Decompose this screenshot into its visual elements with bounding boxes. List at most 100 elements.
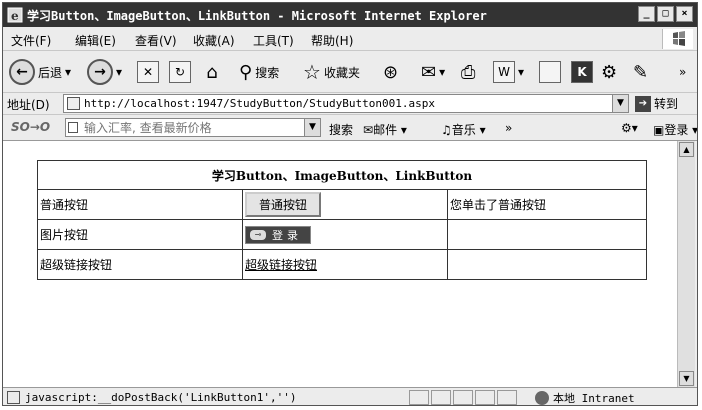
table-row: 图片按钮 ⊸ 登录 (37, 219, 647, 250)
key-icon: ⊸ (250, 229, 266, 240)
search-toolbar: SO→O ▼ 搜索 ✉邮件 ▾ ♫音乐 ▾ » ⚙▾ ▣登录 ▾ (3, 115, 697, 141)
address-bar: 地址(D) http://localhost:1947/StudyButton/… (3, 93, 697, 115)
refresh-icon: ↻ (169, 61, 191, 83)
go-label: 转到 (654, 97, 679, 111)
maximize-button[interactable]: □ (657, 6, 674, 22)
status-panes (409, 390, 517, 405)
stop-icon: ✕ (137, 61, 159, 83)
menu-favorites[interactable]: 收藏(A) (193, 32, 235, 49)
go-arrow-icon: ➔ (635, 95, 651, 112)
chevron-down-icon: ▾ (65, 65, 72, 79)
print-button[interactable]: ⎙ (461, 57, 475, 87)
chevron-down-icon: ▾ (518, 65, 525, 79)
mail-link[interactable]: ✉邮件 ▾ (363, 121, 407, 138)
button-demo-table: 学习Button、ImageButton、LinkButton 普通按钮 普通按… (37, 160, 647, 280)
chevron-down-icon: ▾ (116, 65, 123, 79)
more-link[interactable]: » (505, 121, 512, 135)
star-icon: ☆ (303, 60, 321, 84)
hyperlink-button[interactable]: 超级链接按钮 (245, 258, 317, 272)
table-row: 超级链接按钮 超级链接按钮 (37, 249, 647, 280)
chevron-down-icon: ▾ (439, 65, 446, 79)
standard-toolbar: ← 后退 ▾ → ▾ ✕ ↻ ⌂ ⚲ 搜索 ☆ 收藏夹 ⊛ ✉ ▾ ⎙ W ▾ K … (3, 51, 697, 93)
row-result-cell (447, 219, 647, 250)
menu-view[interactable]: 查看(V) (135, 32, 177, 49)
menu-bar: 文件(F) 编辑(E) 查看(V) 收藏(A) 工具(T) 帮助(H) (3, 27, 697, 51)
status-text: javascript:__doPostBack('LinkButton1',''… (25, 391, 297, 404)
page-content: 学习Button、ImageButton、LinkButton 普通按钮 普通按… (3, 141, 677, 387)
forward-button[interactable]: → ▾ (87, 57, 122, 87)
research-icon: ⚙ (601, 61, 618, 83)
discuss-icon (539, 61, 561, 83)
edit-button[interactable]: W ▾ (493, 57, 524, 87)
security-zone: 本地 Intranet (535, 390, 635, 405)
ie-window: e 学习Button、ImageButton、LinkButton - Micr… (2, 2, 698, 406)
image-button-label: 登录 (272, 228, 302, 242)
click-result-text: 您单击了普通按钮 (447, 189, 647, 220)
refresh-button[interactable]: ↻ (169, 57, 191, 87)
menu-file[interactable]: 文件(F) (11, 32, 51, 49)
scroll-down-icon[interactable]: ▼ (679, 371, 694, 386)
mail-icon: ✉ (421, 61, 437, 83)
home-button[interactable]: ⌂ (201, 57, 223, 87)
favorites-label: 收藏夹 (323, 65, 360, 80)
page-status-icon (7, 391, 20, 404)
scroll-up-icon[interactable]: ▲ (679, 142, 694, 157)
k-icon: K (571, 61, 593, 83)
toolbar-more-button[interactable]: » (679, 57, 686, 87)
search-box[interactable]: ▼ (65, 118, 321, 137)
go-button[interactable]: ➔ 转到 (635, 95, 678, 112)
forward-arrow-icon: → (87, 59, 113, 85)
music-link[interactable]: ♫音乐 ▾ (441, 121, 486, 138)
windows-flag-icon (662, 29, 693, 49)
history-button[interactable]: ⊛ (383, 57, 398, 87)
page-icon (67, 97, 80, 110)
back-button[interactable]: ← 后退 ▾ (9, 57, 71, 87)
title-bar: e 学习Button、ImageButton、LinkButton - Micr… (3, 3, 697, 27)
search-icon: ⚲ (239, 61, 253, 83)
back-arrow-icon: ← (9, 59, 35, 85)
row-label: 超级链接按钮 (37, 249, 243, 280)
status-bar: javascript:__doPostBack('LinkButton1',''… (3, 387, 697, 405)
svg-text:e: e (11, 9, 19, 23)
settings-icon[interactable]: ⚙▾ (621, 121, 638, 135)
image-button[interactable]: ⊸ 登录 (245, 225, 311, 244)
zone-label: 本地 Intranet (553, 392, 635, 405)
stop-button[interactable]: ✕ (137, 57, 159, 87)
window-title: 学习Button、ImageButton、LinkButton - Micros… (27, 9, 487, 23)
intranet-icon (535, 391, 549, 405)
list-icon (68, 122, 78, 133)
minimize-button[interactable]: _ (638, 6, 655, 22)
address-input[interactable]: http://localhost:1947/StudyButton/StudyB… (63, 94, 629, 113)
feather-icon: ✎ (633, 61, 649, 83)
mail-button[interactable]: ✉ ▾ (421, 57, 445, 87)
menu-help[interactable]: 帮助(H) (311, 32, 353, 49)
search-label: 搜索 (255, 65, 280, 80)
row-label: 图片按钮 (37, 219, 243, 250)
search-input[interactable] (82, 119, 304, 136)
home-icon: ⌂ (206, 61, 218, 83)
sogou-logo: SO→O (11, 120, 51, 134)
menu-edit[interactable]: 编辑(E) (75, 32, 116, 49)
chevron-more-icon: » (679, 65, 687, 79)
ie-logo-icon: e (7, 7, 23, 23)
messenger-button[interactable]: K (571, 57, 593, 87)
normal-button[interactable]: 普通按钮 (245, 192, 322, 217)
vertical-scrollbar[interactable]: ▲ ▼ (677, 141, 695, 387)
search-go-button[interactable]: 搜索 (329, 121, 353, 138)
menu-tools[interactable]: 工具(T) (253, 32, 294, 49)
search-dropdown-icon[interactable]: ▼ (304, 119, 320, 136)
search-button[interactable]: ⚲ 搜索 (239, 57, 279, 87)
close-button[interactable]: × (676, 6, 693, 22)
table-row: 普通按钮 普通按钮 您单击了普通按钮 (37, 189, 647, 220)
back-label: 后退 (38, 65, 63, 80)
print-icon: ⎙ (461, 61, 476, 83)
feather-button[interactable]: ✎ (633, 57, 648, 87)
login-link[interactable]: ▣登录 ▾ (653, 121, 697, 138)
favorites-button[interactable]: ☆ 收藏夹 (303, 57, 360, 87)
address-dropdown-icon[interactable]: ▼ (612, 95, 628, 112)
discuss-button[interactable] (539, 57, 561, 87)
address-url: http://localhost:1947/StudyButton/StudyB… (84, 97, 435, 110)
research-button[interactable]: ⚙ (601, 57, 617, 87)
address-label: 地址(D) (7, 98, 50, 112)
row-result-cell (447, 249, 647, 280)
